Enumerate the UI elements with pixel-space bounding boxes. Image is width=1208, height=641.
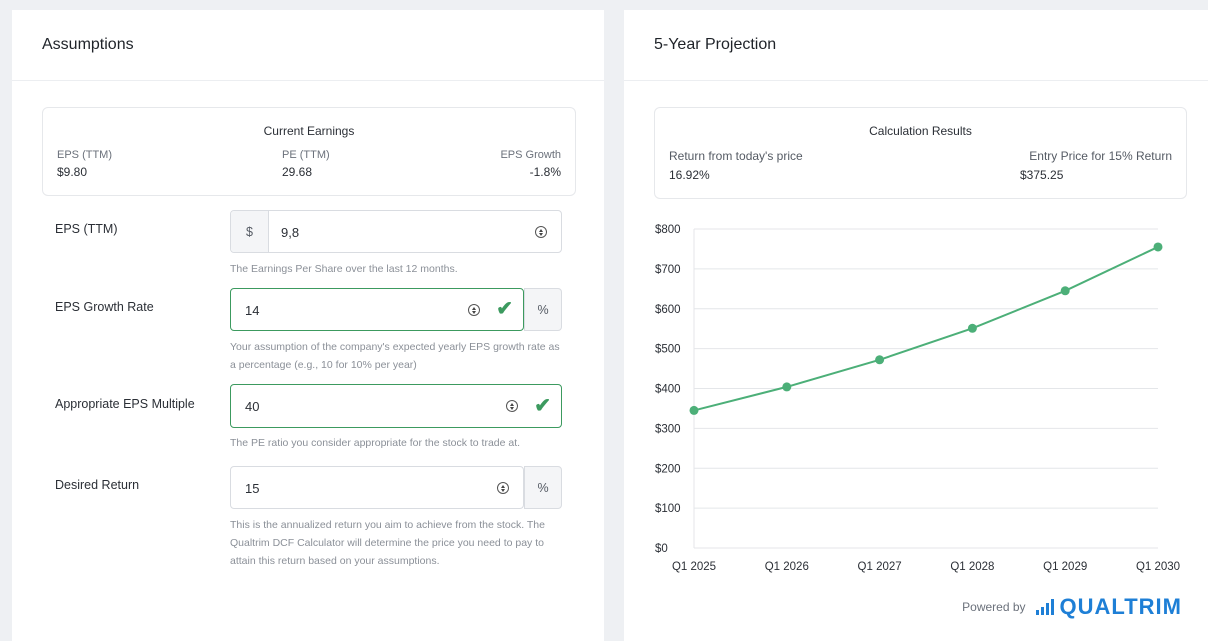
divider — [12, 80, 604, 81]
stepper-icon[interactable] — [468, 304, 480, 316]
valid-check-icon: ✔ — [534, 395, 551, 417]
series-line — [693, 246, 1159, 412]
multiple-input-value[interactable]: 40 — [245, 399, 259, 414]
return-field-label: Desired Return — [55, 478, 140, 492]
x-tick-label: Q1 2028 — [950, 561, 994, 573]
eps-growth-value: -1.8% — [529, 165, 561, 179]
assumptions-title: Assumptions — [42, 36, 134, 53]
stepper-icon[interactable] — [506, 400, 518, 412]
growth-input[interactable]: 14 ✔ — [230, 288, 524, 331]
assumptions-panel: Assumptions Current Earnings EPS (TTM) $… — [12, 10, 604, 641]
return-help-text: This is the annualized return you aim to… — [230, 519, 545, 567]
data-point — [1060, 286, 1070, 296]
percent-suffix: % — [524, 466, 562, 509]
multiple-field-label: Appropriate EPS Multiple — [55, 397, 195, 411]
return-input-value[interactable]: 15 — [245, 481, 259, 496]
data-point — [689, 405, 699, 415]
y-tick-label: $100 — [655, 503, 681, 515]
data-point — [967, 323, 977, 333]
eps-input[interactable]: $ 9,8 — [230, 210, 562, 253]
y-tick-label: $700 — [655, 264, 681, 276]
y-tick-label: $200 — [655, 463, 681, 475]
y-tick-label: $300 — [655, 423, 681, 435]
eps-help-text: The Earnings Per Share over the last 12 … — [230, 263, 458, 275]
multiple-input[interactable]: 40 ✔ — [230, 384, 562, 428]
current-earnings-title: Current Earnings — [263, 124, 355, 138]
y-tick-label: $600 — [655, 304, 681, 316]
percent-suffix: % — [524, 288, 562, 331]
y-tick-label: $0 — [655, 543, 668, 555]
data-point — [875, 355, 885, 365]
multiple-help-text: The PE ratio you consider appropriate fo… — [230, 437, 521, 449]
growth-input-value[interactable]: 14 — [245, 303, 259, 318]
dollar-prefix: $ — [231, 211, 269, 252]
eps-growth-label: EPS Growth — [500, 149, 561, 161]
eps-input-value[interactable]: 9,8 — [281, 225, 299, 240]
growth-field-label: EPS Growth Rate — [55, 300, 154, 314]
pe-ttm-label: PE (TTM) — [282, 149, 330, 161]
x-tick-label: Q1 2030 — [1136, 561, 1180, 573]
stepper-icon[interactable] — [497, 482, 509, 494]
projection-line-chart: $0 $100 $200 $300 $400 $500 $600 $700 $800 Q1 202… — [655, 224, 1180, 573]
powered-by-label: Powered by — [962, 600, 1026, 614]
y-tick-label: $400 — [655, 384, 681, 396]
valid-check-icon: ✔ — [496, 298, 513, 320]
x-tick-label: Q1 2027 — [858, 561, 902, 573]
qualtrim-logo: QUALTRIM — [1059, 594, 1182, 619]
stepper-icon[interactable] — [535, 226, 547, 238]
current-earnings-card: Current Earnings EPS (TTM) $9.80 PE (TTM… — [42, 107, 576, 196]
y-tick-label: $800 — [655, 224, 681, 236]
y-tick-label: $500 — [655, 344, 681, 356]
eps-field-label: EPS (TTM) — [55, 222, 118, 236]
eps-ttm-value: $9.80 — [57, 165, 88, 179]
growth-help-text: Your assumption of the company's expecte… — [230, 341, 560, 371]
x-tick-label: Q1 2026 — [765, 561, 809, 573]
projection-panel: 5-Year Projection Calculation Results Re… — [624, 10, 1208, 641]
x-tick-label: Q1 2029 — [1043, 561, 1087, 573]
eps-ttm-label: EPS (TTM) — [57, 149, 112, 161]
powered-by[interactable]: Powered by QUALTRIM — [962, 594, 1182, 620]
data-point — [1153, 242, 1163, 252]
return-input[interactable]: 15 — [230, 466, 524, 509]
data-point — [782, 382, 792, 392]
bar-chart-logo-icon — [1035, 599, 1056, 615]
pe-ttm-value: 29.68 — [282, 165, 313, 179]
x-tick-label: Q1 2025 — [672, 561, 716, 573]
